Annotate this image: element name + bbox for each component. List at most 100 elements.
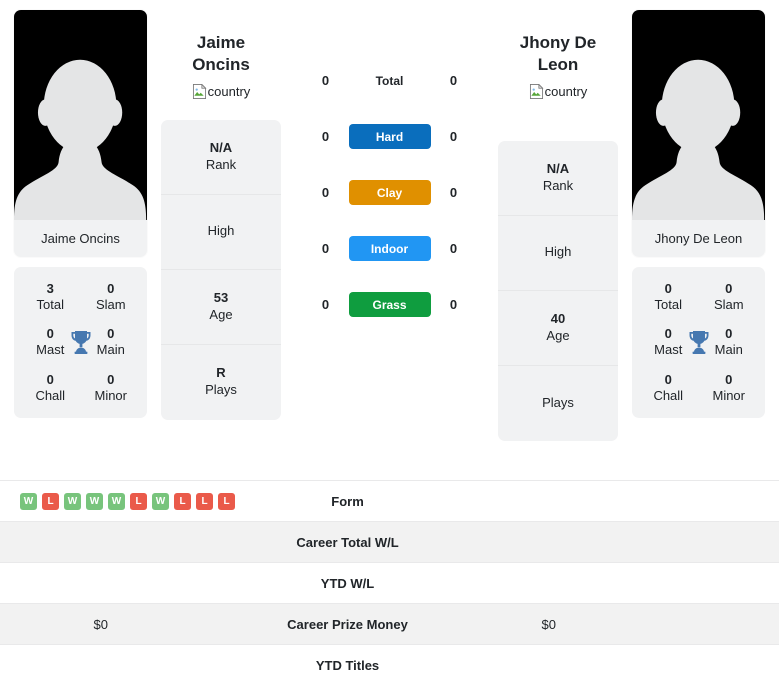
- left-player-info-card: N/A Rank High 53 Age R Plays: [161, 119, 281, 420]
- surface-row-grass: 0 Grass 0: [281, 292, 498, 317]
- table-row-career-prize-money-label: Career Prize Money: [287, 616, 408, 632]
- surface-badge-hard[interactable]: Hard: [348, 124, 431, 149]
- left-titles-chall: 0 Chall: [20, 372, 81, 405]
- career-prize-money-right: $0: [541, 616, 556, 632]
- form-badge-loss: L: [174, 492, 191, 510]
- left-titles-row-2: 0 Mast 0 Main: [20, 326, 141, 359]
- surface-clay-left-value: 0: [321, 185, 330, 200]
- right-info-rank-label: Rank: [542, 177, 574, 193]
- surface-badge-indoor[interactable]: Indoor: [348, 236, 431, 261]
- right-titles-chall-value: 0: [664, 371, 672, 387]
- right-titles-total: 0 Total: [638, 281, 699, 314]
- surface-row-clay: 0 Clay 0: [281, 180, 498, 205]
- table-row-career-total-wl-label: Career Total W/L: [296, 534, 399, 550]
- right-titles-minor-value: 0: [725, 371, 733, 387]
- right-info-rank-value: N/A: [546, 160, 570, 176]
- left-info-plays-value: R: [216, 365, 226, 381]
- table-row-ytd-wl: YTD W/L: [0, 562, 779, 603]
- right-player-photo-card[interactable]: Jhony De Leon: [632, 10, 765, 257]
- right-info-age-label: Age: [546, 327, 570, 343]
- left-titles-total: 3 Total: [20, 281, 81, 314]
- left-titles-minor: 0 Minor: [81, 372, 142, 405]
- trophy-icon: [69, 329, 93, 355]
- left-info-rank: N/A Rank: [161, 120, 281, 195]
- comparison-header: Jaime Oncins 3 Total 0 Slam 0 Mast 0 Mai…: [0, 0, 779, 480]
- right-info-plays-label: Plays: [542, 394, 574, 410]
- right-info-rank: N/A Rank: [498, 141, 618, 216]
- left-info-high-label: High: [207, 223, 235, 239]
- right-info-plays: Plays: [498, 366, 618, 441]
- right-titles-minor-label: Minor: [712, 387, 745, 403]
- left-player-country: country: [161, 83, 281, 99]
- left-titles-row-3: 0 Chall 0 Minor: [20, 372, 141, 405]
- right-titles-row-1: 0 Total 0 Slam: [638, 281, 759, 314]
- form-left-cell: WLWWWLWLLL: [20, 492, 238, 510]
- left-info-plays: R Plays: [161, 345, 281, 420]
- table-row-career-total-wl: Career Total W/L: [0, 521, 779, 562]
- left-info-rank-value: N/A: [209, 139, 233, 155]
- right-titles-row-3: 0 Chall 0 Minor: [638, 372, 759, 405]
- right-titles-row-2: 0 Mast 0 Main: [638, 326, 759, 359]
- surface-badge-grass[interactable]: Grass: [348, 292, 431, 317]
- right-player-photo-column: Jhony De Leon 0 Total 0 Slam 0 Mast 0 Ma…: [618, 10, 779, 419]
- surface-total-label: Total: [375, 73, 404, 88]
- stats-table: WLWWWLWLLL Form Career Total W/L YTD W/L…: [0, 480, 779, 685]
- left-info-rank-label: Rank: [205, 156, 237, 172]
- surface-total-right-value: 0: [449, 73, 458, 88]
- surface-grass-left-value: 0: [321, 297, 330, 312]
- left-titles-chall-value: 0: [46, 371, 54, 387]
- left-info-age-value: 53: [213, 289, 229, 305]
- left-player-name: Jaime Oncins: [161, 32, 281, 76]
- form-badge-list: WLWWWLWLLL: [20, 492, 235, 510]
- table-row-form-label: Form: [331, 493, 364, 509]
- left-titles-slam: 0 Slam: [81, 281, 142, 314]
- left-titles-row-1: 3 Total 0 Slam: [20, 281, 141, 314]
- right-titles-chall-label: Chall: [653, 387, 684, 403]
- form-badge-win: W: [152, 492, 169, 510]
- form-badge-loss: L: [196, 492, 213, 510]
- table-row-ytd-titles: YTD Titles: [0, 644, 779, 685]
- surface-hard-left-value: 0: [321, 129, 330, 144]
- right-titles-chall: 0 Chall: [638, 372, 699, 405]
- surface-total-left-value: 0: [321, 73, 330, 88]
- right-player-country-alt: country: [544, 83, 588, 99]
- left-info-high: High: [161, 195, 281, 270]
- surface-comparison-column: 0 Total 0 0 Hard 0 0 Clay 0 0 Indoor 0 0: [281, 10, 498, 317]
- table-row-ytd-wl-label: YTD W/L: [320, 575, 375, 591]
- left-info-age-label: Age: [209, 306, 233, 322]
- left-titles-minor-label: Minor: [94, 387, 127, 403]
- form-badge-loss: L: [130, 492, 147, 510]
- right-player-info-column: Jhony De Leon country N/A Rank High 40 A…: [498, 10, 618, 441]
- table-row-career-prize-money: $0 Career Prize Money $0: [0, 603, 779, 644]
- right-info-age: 40 Age: [498, 291, 618, 366]
- right-titles-slam-value: 0: [725, 280, 733, 296]
- form-badge-loss: L: [218, 492, 235, 510]
- left-player-photo-column: Jaime Oncins 3 Total 0 Slam 0 Mast 0 Mai…: [0, 10, 161, 419]
- right-titles-slam-label: Slam: [713, 296, 744, 312]
- left-titles-slam-label: Slam: [95, 296, 126, 312]
- table-row-form: WLWWWLWLLL Form: [0, 480, 779, 521]
- left-player-titles-card: 3 Total 0 Slam 0 Mast 0 Main 0 Chall 0 M…: [14, 266, 147, 419]
- left-player-name-line1: Jaime: [196, 33, 246, 52]
- surface-hard-right-value: 0: [449, 129, 458, 144]
- career-prize-money-left-cell: $0: [20, 617, 238, 632]
- form-badge-win: W: [20, 492, 37, 510]
- broken-image-icon: [529, 83, 544, 99]
- right-titles-total-label: Total: [654, 296, 682, 312]
- career-prize-money-left: $0: [93, 616, 108, 632]
- right-player-name: Jhony De Leon: [498, 32, 618, 76]
- left-player-photo-card[interactable]: Jaime Oncins: [14, 10, 147, 257]
- right-player-name-line1: Jhony De: [519, 33, 597, 52]
- right-titles-slam: 0 Slam: [699, 281, 760, 314]
- left-player-photo-caption: Jaime Oncins: [41, 231, 120, 246]
- left-titles-minor-value: 0: [107, 371, 115, 387]
- right-player-avatar: [632, 10, 765, 220]
- broken-image-icon: [192, 83, 207, 99]
- surface-row-indoor: 0 Indoor 0: [281, 236, 498, 261]
- left-player-country-alt: country: [207, 83, 251, 99]
- surface-badge-clay[interactable]: Clay: [348, 180, 431, 205]
- left-info-plays-label: Plays: [205, 382, 237, 397]
- surface-indoor-right-value: 0: [449, 241, 458, 256]
- left-player-info-column: Jaime Oncins country N/A Rank High 53 Ag…: [161, 10, 281, 420]
- right-player-info-card: N/A Rank High 40 Age Plays: [498, 140, 618, 441]
